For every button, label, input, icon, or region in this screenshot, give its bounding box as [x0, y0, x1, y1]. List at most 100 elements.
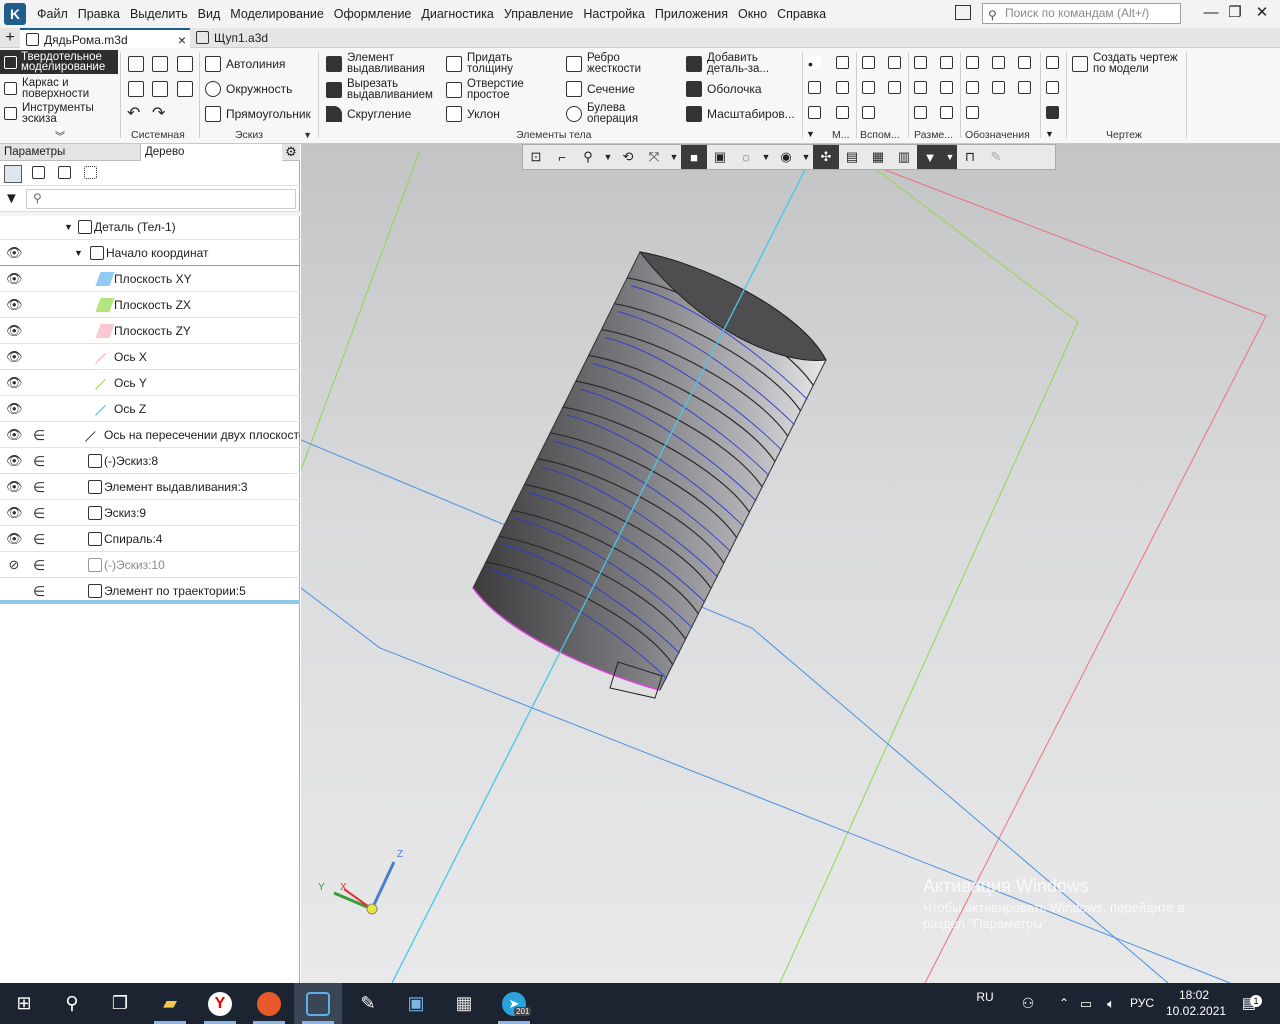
shaded-mode-icon[interactable]: ■	[681, 145, 707, 169]
include-in-calc-icon[interactable]: ∈	[33, 500, 45, 525]
eye-icon[interactable]: 👁︎	[6, 240, 23, 265]
menu-window[interactable]: Окно	[733, 0, 772, 28]
angular-dim-icon[interactable]	[940, 56, 953, 69]
list-icon[interactable]	[808, 106, 821, 119]
linear-dim-icon[interactable]	[914, 56, 927, 69]
zoom-icon[interactable]: ⚲	[575, 145, 601, 169]
eye-icon[interactable]: 👁︎	[6, 344, 23, 369]
include-in-calc-icon[interactable]: ∈	[33, 422, 45, 447]
chevron-down-icon[interactable]: ▼	[799, 145, 813, 169]
chevron-down-icon[interactable]: ▼	[601, 145, 615, 169]
new-document-icon[interactable]	[128, 56, 144, 72]
arc-dim-icon[interactable]	[914, 106, 927, 119]
tree-row-sketch-10[interactable]: ⊘ ∈ (-)Эскиз:10	[0, 552, 300, 578]
eye-icon[interactable]: 👁︎	[6, 370, 23, 395]
yandex-browser-icon[interactable]: Y	[196, 983, 244, 1024]
command-search-input[interactable]: ⚲ Поиск по командам (Alt+/)	[982, 3, 1181, 24]
section-view-icon[interactable]: ▤	[839, 145, 865, 169]
tree-row-extrude-3[interactable]: 👁︎ ∈ Элемент выдавливания:3	[0, 474, 300, 500]
structure-view-icon[interactable]	[32, 166, 45, 179]
add-part-button[interactable]: Добавить деталь-за...	[686, 52, 781, 74]
search-icon[interactable]: ⚲	[48, 983, 96, 1024]
create-drawing-button[interactable]: Создать чертеж по модели	[1072, 52, 1189, 74]
include-in-calc-icon[interactable]: ∈	[33, 578, 45, 600]
open-folder-icon[interactable]	[152, 56, 168, 72]
telegram-icon[interactable]: ➤ 201	[490, 983, 538, 1024]
curve-icon[interactable]	[808, 81, 821, 94]
tree-row-sketch-9[interactable]: 👁︎ ∈ Эскиз:9	[0, 500, 300, 526]
tab-shchup1[interactable]: Щуп1.a3d	[190, 28, 350, 48]
array-icon[interactable]	[836, 56, 849, 69]
simple-hole-button[interactable]: Отверстие простое	[446, 78, 529, 100]
include-in-calc-icon[interactable]: ∈	[33, 552, 45, 577]
include-in-calc-icon[interactable]: ∈	[33, 526, 45, 551]
include-in-calc-icon[interactable]: ∈	[33, 474, 45, 499]
eye-icon[interactable]: 👁︎	[6, 422, 23, 447]
tree-row-plane-xy[interactable]: 👁︎ Плоскость XY	[0, 266, 300, 292]
snap-icon[interactable]: ✣	[813, 145, 839, 169]
panel-layout-icon[interactable]	[955, 5, 971, 20]
app-icon[interactable]	[245, 983, 293, 1024]
aux-line-icon[interactable]	[862, 106, 875, 119]
paint-icon[interactable]: ✎	[344, 983, 392, 1024]
wireframe-mode-icon[interactable]: ▣	[707, 145, 733, 169]
eye-icon[interactable]: 👁︎	[6, 292, 23, 317]
eye-icon[interactable]: 👁︎	[6, 396, 23, 421]
surface-patch-icon[interactable]	[836, 81, 849, 94]
language-indicator[interactable]: RU	[972, 977, 998, 1018]
mode-solid-modeling[interactable]: Твердотельное моделирование	[0, 50, 118, 74]
tree-row-part-root[interactable]: ▼ Деталь (Тел-1)	[0, 214, 300, 240]
task-view-icon[interactable]: ❐	[96, 983, 144, 1024]
chevron-down-icon[interactable]: ▼	[759, 145, 773, 169]
tolerance-icon[interactable]	[966, 81, 979, 94]
menu-modeling[interactable]: Моделирование	[225, 0, 329, 28]
constraint-icon[interactable]	[1046, 81, 1059, 94]
menu-manage[interactable]: Управление	[499, 0, 579, 28]
tree-row-sweep-5[interactable]: ∈ Элемент по траектории:5	[0, 578, 300, 604]
radial-dim-icon[interactable]	[914, 81, 927, 94]
calculator-icon[interactable]: ▦	[440, 983, 488, 1024]
cut-extrude-button[interactable]: Вырезать выдавливанием	[326, 78, 437, 100]
tab-dyadroma[interactable]: ДядьРома.m3d ×	[20, 28, 190, 48]
diameter-dim-icon[interactable]	[940, 81, 953, 94]
tree-row-spiral-4[interactable]: 👁︎ ∈ Спираль:4	[0, 526, 300, 552]
hide-show-icon[interactable]: ◌	[733, 145, 759, 169]
include-in-calc-icon[interactable]: ∈	[33, 448, 45, 473]
eye-hidden-icon[interactable]: ⊘	[6, 552, 22, 577]
orientation-icon[interactable]: ⤧	[641, 145, 667, 169]
new-tab-plus-icon[interactable]: +	[0, 28, 20, 48]
close-icon[interactable]: ✕	[1242, 0, 1280, 28]
shell-button[interactable]: Оболочка	[686, 81, 762, 97]
circle-button[interactable]: Окружность	[205, 81, 292, 97]
select-view-icon[interactable]	[84, 166, 97, 179]
menu-edit[interactable]: Правка	[73, 0, 125, 28]
chevron-down-icon[interactable]: ▼	[667, 145, 681, 169]
eye-icon[interactable]: 👁︎	[6, 526, 23, 551]
undo-icon[interactable]: ↶	[127, 103, 140, 123]
section-button[interactable]: Сечение	[566, 81, 635, 97]
menu-settings[interactable]: Настройка	[578, 0, 650, 28]
select-frame-icon[interactable]: ⌐	[549, 145, 575, 169]
eye-icon[interactable]: 👁︎	[6, 500, 23, 525]
rotate-icon[interactable]: ⟲	[615, 145, 641, 169]
menu-formatting[interactable]: Оформление	[329, 0, 417, 28]
print-icon[interactable]	[128, 81, 144, 97]
tree-row-axis-y[interactable]: 👁︎ Ось Y	[0, 370, 300, 396]
autoline-button[interactable]: Автолиния	[205, 56, 285, 72]
clock[interactable]: 18:02 10.02.2021	[1166, 987, 1226, 1019]
base-icon[interactable]	[992, 56, 1005, 69]
tree-row-sketch-8[interactable]: 👁︎ ∈ (-)Эскиз:8	[0, 448, 300, 474]
mark-icon[interactable]	[992, 81, 1005, 94]
chevron-up-icon[interactable]: ⌃	[1054, 983, 1074, 1024]
expand-modes-icon[interactable]: ︾	[55, 128, 65, 143]
tree-row-axis-z[interactable]: 👁︎ Ось Z	[0, 396, 300, 422]
menu-file[interactable]: Файл	[32, 0, 73, 28]
mode-wireframe-surfaces[interactable]: Каркас и поверхности	[4, 77, 118, 99]
components-view-icon[interactable]	[58, 166, 71, 179]
3d-viewport[interactable]: Z Y X	[301, 144, 1280, 983]
gear-icon[interactable]: ⚙	[283, 144, 299, 160]
kompas-app-icon[interactable]: K	[4, 3, 26, 25]
expand-toggle-icon[interactable]: ▼	[74, 240, 83, 265]
thicken-button[interactable]: Придать толщину	[446, 52, 529, 74]
keyboard-layout[interactable]: РУС	[1126, 983, 1158, 1024]
